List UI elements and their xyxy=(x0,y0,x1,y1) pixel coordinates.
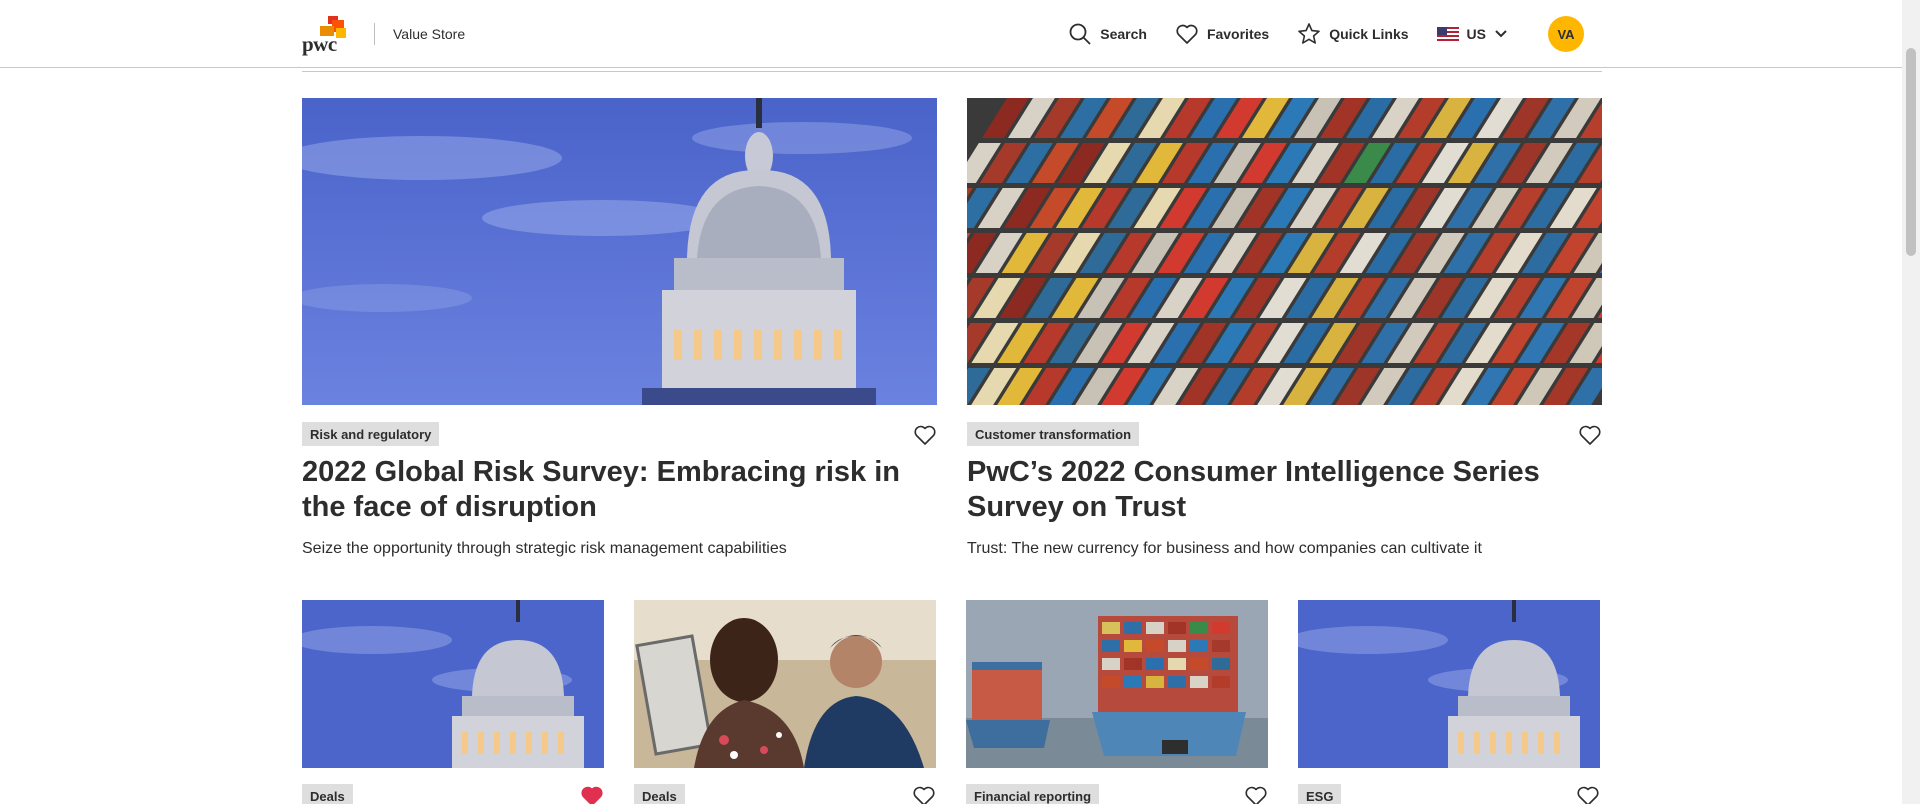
brand: pwc Value Store xyxy=(302,14,465,56)
featured-image-capitol[interactable] xyxy=(302,98,937,405)
card-image-ships[interactable] xyxy=(966,600,1268,768)
featured-description: Trust: The new currency for business and… xyxy=(967,540,1482,557)
header-nav: Search Favorites Quick Links US VA xyxy=(1068,16,1584,52)
content-divider xyxy=(302,71,1602,72)
brand-divider xyxy=(374,23,375,45)
favorites-button[interactable]: Favorites xyxy=(1175,23,1269,45)
featured-image-containers[interactable] xyxy=(967,98,1602,405)
card-tag[interactable]: Deals xyxy=(634,784,685,804)
store-name[interactable]: Value Store xyxy=(393,26,465,42)
region-selector[interactable]: US xyxy=(1436,26,1508,42)
us-flag-icon xyxy=(1436,27,1459,41)
region-label: US xyxy=(1466,26,1486,42)
card-image-capitol[interactable] xyxy=(302,600,604,768)
featured-title[interactable]: 2022 Global Risk Survey: Embracing risk … xyxy=(302,455,942,525)
pwc-logo[interactable]: pwc xyxy=(302,14,354,56)
card-tag[interactable]: Financial reporting xyxy=(966,784,1100,804)
search-button[interactable]: Search xyxy=(1068,22,1147,46)
scrollbar-thumb[interactable] xyxy=(1906,48,1916,256)
quick-links-button[interactable]: Quick Links xyxy=(1297,22,1409,46)
heart-icon[interactable] xyxy=(1244,784,1268,804)
search-label: Search xyxy=(1100,26,1147,42)
favorites-label: Favorites xyxy=(1206,26,1270,42)
heart-icon xyxy=(1176,24,1198,44)
quick-links-label: Quick Links xyxy=(1329,26,1409,42)
card-image-meeting[interactable] xyxy=(634,600,936,768)
heart-icon[interactable] xyxy=(913,423,937,447)
page-scrollbar[interactable] xyxy=(1902,0,1920,804)
featured-tag[interactable]: Risk and regulatory xyxy=(302,422,440,446)
heart-icon[interactable] xyxy=(912,784,936,804)
featured-title[interactable]: PwC’s 2022 Consumer Intelligence Series … xyxy=(967,455,1607,525)
heart-icon[interactable] xyxy=(1578,423,1602,447)
heart-filled-icon[interactable] xyxy=(580,784,604,804)
heart-icon[interactable] xyxy=(1576,784,1600,804)
star-icon xyxy=(1298,23,1320,44)
logo-text: pwc xyxy=(302,32,337,56)
chevron-down-icon xyxy=(1495,30,1507,38)
user-avatar[interactable]: VA xyxy=(1548,16,1584,52)
featured-tag[interactable]: Customer transformation xyxy=(967,422,1140,446)
card-image-capitol[interactable] xyxy=(1298,600,1600,768)
featured-description: Seize the opportunity through strategic … xyxy=(302,540,787,557)
search-icon xyxy=(1069,23,1091,45)
card-tag[interactable]: Deals xyxy=(302,784,353,804)
site-header: pwc Value Store Search Favorites Quick L… xyxy=(0,0,1902,68)
card-tag[interactable]: ESG xyxy=(1298,784,1342,804)
